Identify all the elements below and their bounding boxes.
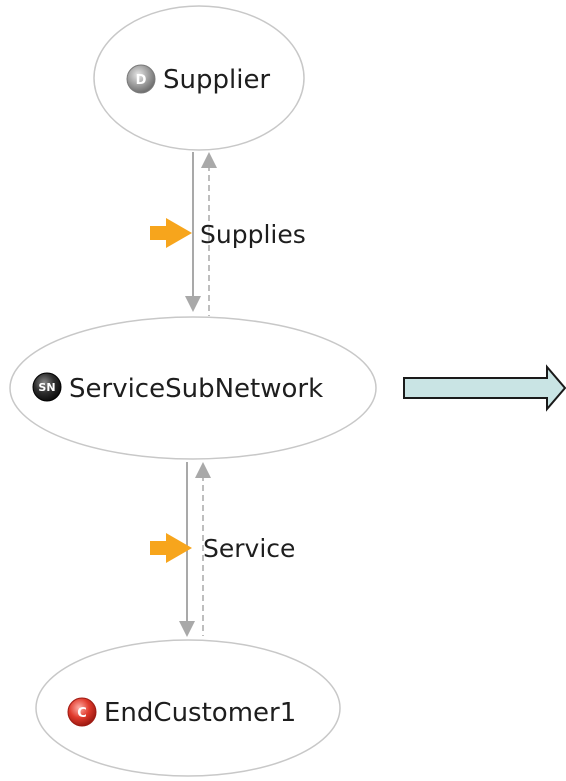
endcustomer-type-icon: C bbox=[67, 697, 97, 727]
node-label-servicesubnetwork: ServiceSubNetwork bbox=[69, 374, 323, 404]
servicesubnetwork-type-icon: SN bbox=[32, 372, 62, 402]
edge-service[interactable]: Service bbox=[150, 462, 295, 637]
node-label-endcustomer1: EndCustomer1 bbox=[104, 698, 296, 728]
node-servicesubnetwork[interactable]: SN ServiceSubNetwork bbox=[9, 316, 377, 460]
node-endcustomer1[interactable]: C EndCustomer1 bbox=[35, 639, 341, 777]
orange-arrow-icon bbox=[150, 218, 192, 248]
svg-text:SN: SN bbox=[38, 381, 55, 394]
supplier-type-icon: D bbox=[126, 64, 156, 94]
node-supplier[interactable]: D Supplier bbox=[93, 5, 305, 151]
edge-label-supplies: Supplies bbox=[200, 220, 306, 249]
diagram-canvas: Supplies Service D Supplier SN ServiceSu… bbox=[9, 5, 566, 777]
edge-supplies-arrowhead-down bbox=[185, 296, 201, 312]
node-label-supplier: Supplier bbox=[163, 65, 270, 95]
svg-text:D: D bbox=[136, 73, 147, 88]
edge-supplies[interactable]: Supplies bbox=[150, 152, 306, 316]
orange-arrow-icon bbox=[150, 533, 192, 563]
edge-service-arrowhead-up bbox=[195, 462, 211, 478]
edge-service-arrowhead-down bbox=[179, 621, 195, 637]
svg-text:C: C bbox=[77, 706, 87, 721]
edge-label-service: Service bbox=[203, 534, 295, 563]
block-right-arrow-icon bbox=[403, 364, 566, 412]
edge-supplies-arrowhead-up bbox=[201, 152, 217, 168]
